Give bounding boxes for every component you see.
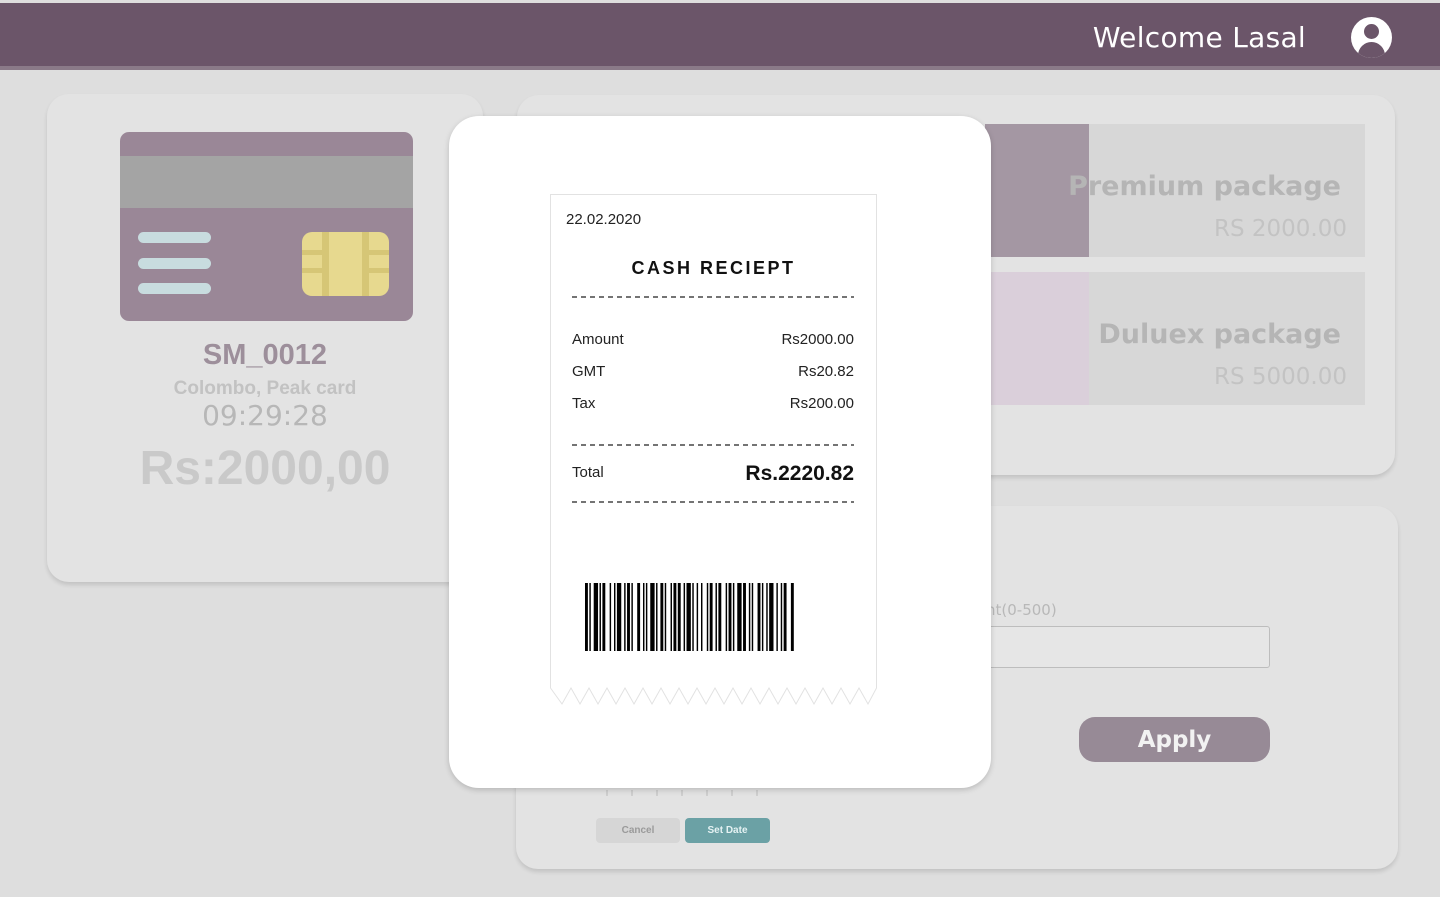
welcome-text: Welcome Lasal bbox=[1092, 21, 1306, 54]
avatar-body bbox=[1358, 42, 1385, 58]
credit-card-icon bbox=[120, 132, 413, 321]
receipt-modal: 22.02.2020 CASH RECIEPT Amount Rs2000.00… bbox=[449, 116, 991, 788]
package-name: Premium package bbox=[1068, 171, 1341, 202]
receipt: 22.02.2020 CASH RECIEPT Amount Rs2000.00… bbox=[550, 194, 877, 706]
package-info: Premium package RS 2000.00 bbox=[1068, 124, 1365, 257]
card-location: Colombo, Peak card bbox=[173, 378, 357, 399]
apply-button[interactable]: Apply bbox=[1079, 717, 1270, 762]
card-amount: Rs:2000,00 bbox=[139, 442, 391, 495]
receipt-row-label: Tax bbox=[572, 395, 596, 412]
receipt-row-value: Rs20.82 bbox=[798, 363, 854, 380]
avatar-head bbox=[1364, 24, 1379, 39]
card-line bbox=[138, 232, 211, 243]
receipt-row: Tax Rs200.00 bbox=[572, 395, 854, 415]
top-bar: Welcome Lasal bbox=[0, 3, 1440, 70]
receipt-row-label: GMT bbox=[572, 363, 606, 380]
card-line bbox=[138, 283, 211, 294]
receipt-total-label: Total bbox=[572, 464, 604, 481]
card-line bbox=[138, 258, 211, 269]
user-circle-icon[interactable] bbox=[1351, 17, 1392, 58]
card-time: 09:29:28 bbox=[202, 399, 328, 432]
date-picker-ticks bbox=[606, 790, 766, 798]
amount-input[interactable] bbox=[986, 626, 1270, 668]
package-price: RS 5000.00 bbox=[1213, 364, 1347, 390]
receipt-total-value: Rs.2220.82 bbox=[745, 462, 854, 485]
receipt-row-value: Rs200.00 bbox=[789, 395, 854, 412]
receipt-row: GMT Rs20.82 bbox=[572, 363, 854, 383]
receipt-total: Total Rs.2220.82 bbox=[572, 462, 854, 490]
package-info: Duluex package RS 5000.00 bbox=[1089, 272, 1365, 405]
package-swatch bbox=[985, 272, 1089, 405]
card-details-panel: SM_0012 Colombo, Peak card 09:29:28 Rs:2… bbox=[47, 94, 483, 582]
receipt-title: CASH RECIEPT bbox=[631, 258, 796, 278]
card-id: SM_0012 bbox=[202, 339, 328, 371]
set-date-button[interactable]: Set Date bbox=[685, 818, 770, 843]
package-duluex[interactable]: Duluex package RS 5000.00 bbox=[985, 272, 1365, 405]
receipt-row-value: Rs2000.00 bbox=[781, 331, 854, 348]
package-price: RS 2000.00 bbox=[1213, 216, 1347, 242]
cancel-button[interactable]: Cancel bbox=[596, 818, 680, 843]
package-premium[interactable]: Premium package RS 2000.00 bbox=[985, 124, 1365, 257]
card-chip-icon bbox=[302, 232, 389, 296]
receipt-date: 22.02.2020 bbox=[566, 211, 642, 228]
amount-label: nt(0-500) bbox=[986, 601, 1057, 619]
receipt-row-label: Amount bbox=[572, 331, 624, 348]
card-stripe bbox=[120, 156, 413, 208]
receipt-row: Amount Rs2000.00 bbox=[572, 331, 854, 351]
package-name: Duluex package bbox=[1098, 319, 1341, 350]
barcode-icon bbox=[585, 583, 794, 651]
